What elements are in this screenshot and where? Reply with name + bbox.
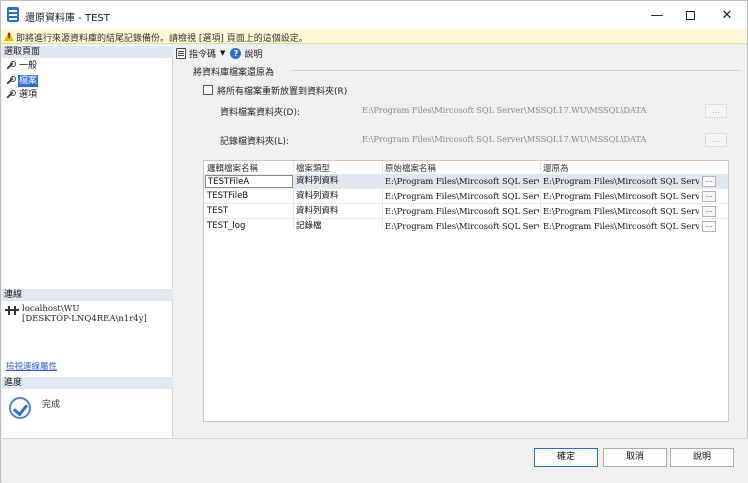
data-folder-field[interactable]: E:\Program Files\Mircosoft SQL Server\MS… bbox=[362, 105, 646, 115]
database-app-icon bbox=[7, 7, 19, 22]
checkmark-icon bbox=[9, 397, 31, 419]
connection-info: localhost\WU [DESKTOP-LNQ4REA\n1r4y] bbox=[22, 304, 147, 324]
data-folder-label: 資料檔案資料夾(D): bbox=[220, 108, 300, 118]
script-icon bbox=[176, 47, 186, 59]
restore-as-cell[interactable]: E:\Program Files\Mircosoft SQL Serv... bbox=[543, 205, 699, 218]
page-item-general[interactable]: 一般 bbox=[5, 60, 38, 72]
right-pane: 指令碼 ▼ ? 說明 將資料庫檔案還原為 將所有檔案重新放置到資料夾(R) 資料… bbox=[174, 45, 747, 438]
relocate-files-label[interactable]: 將所有檔案重新放置到資料夾(R) bbox=[217, 84, 347, 97]
view-connection-properties-link[interactable]: 檢視連線屬性 bbox=[6, 360, 57, 372]
script-button[interactable]: 指令碼 bbox=[189, 47, 216, 60]
data-folder-browse-button[interactable]: ... bbox=[705, 104, 727, 118]
column-header-type: 檔案類型 bbox=[296, 164, 331, 174]
original-file-cell: E:\Program Files\Mircosoft SQL Serv... bbox=[385, 191, 539, 201]
relocate-files-checkbox[interactable] bbox=[203, 85, 213, 95]
page-item-label: 選項 bbox=[19, 90, 38, 100]
file-type-cell: 資料列資料 bbox=[296, 176, 339, 186]
help-button[interactable]: 說明 bbox=[670, 448, 734, 467]
restore-as-browse-button[interactable]: ... bbox=[702, 221, 716, 232]
table-row[interactable]: TESTFileB 資料列資料 E:\Program Files\Mircoso… bbox=[204, 189, 728, 203]
ok-button[interactable]: 確定 bbox=[534, 448, 598, 467]
restore-as-cell[interactable]: E:\Program Files\Mircosoft SQL Serv... bbox=[543, 220, 699, 233]
progress-status: 完成 bbox=[42, 400, 61, 410]
close-button[interactable]: ✕ bbox=[707, 1, 747, 29]
page-item-files[interactable]: 檔案 bbox=[5, 75, 39, 87]
original-file-cell: E:\Program Files\Mircosoft SQL Serv... bbox=[385, 176, 539, 186]
page-item-label: 一般 bbox=[19, 61, 38, 71]
connection-user: [DESKTOP-LNQ4REA\n1r4y] bbox=[22, 314, 147, 324]
file-grid: 邏輯檔案名稱 檔案類型 原始檔案名稱 還原為 TESTFileA 資料列資料 E… bbox=[203, 160, 729, 422]
help-toolbar-button[interactable]: 說明 bbox=[244, 47, 262, 60]
maximize-icon bbox=[685, 10, 695, 20]
server-connection-icon bbox=[5, 306, 19, 316]
table-row[interactable]: TEST_log 記錄檔 E:\Program Files\Mircosoft … bbox=[204, 219, 728, 233]
progress-header: 進度 bbox=[2, 377, 173, 389]
restore-files-group-title: 將資料庫檔案還原為 bbox=[193, 68, 275, 78]
restore-as-browse-button[interactable]: ... bbox=[702, 206, 716, 217]
file-type-cell: 資料列資料 bbox=[296, 191, 339, 201]
restore-as-cell[interactable]: E:\Program Files\Mircosoft SQL Serv... bbox=[543, 175, 699, 188]
warning-text: 即將進行來源資料庫的結尾記錄備份。請檢視 [選項] 頁面上的這個設定。 bbox=[16, 34, 308, 44]
table-row[interactable]: TEST 資料列資料 E:\Program Files\Mircosoft SQ… bbox=[204, 204, 728, 218]
left-pane: 選取頁面 一般 檔案 選項 連線 localhost\WU [DESKTOP-L… bbox=[2, 45, 173, 438]
group-divider bbox=[291, 70, 741, 71]
connection-server: localhost\WU bbox=[22, 304, 80, 314]
wrench-icon bbox=[5, 76, 16, 86]
help-icon: ? bbox=[230, 47, 242, 59]
logical-name-cell[interactable]: TEST_log bbox=[207, 220, 293, 233]
logical-name-cell[interactable]: TESTFileB bbox=[207, 190, 293, 203]
file-type-cell: 資料列資料 bbox=[296, 206, 339, 216]
original-file-cell: E:\Program Files\Mircosoft SQL Serv... bbox=[385, 221, 539, 231]
connection-header: 連線 bbox=[2, 289, 173, 301]
restore-as-cell[interactable]: E:\Program Files\Mircosoft SQL Serv... bbox=[543, 190, 699, 203]
chevron-down-icon[interactable]: ▼ bbox=[220, 49, 225, 57]
dialog-footer: 確定 取消 說明 bbox=[2, 438, 748, 483]
maximize-button[interactable] bbox=[670, 1, 710, 29]
wrench-icon bbox=[5, 90, 16, 100]
column-header-restore-as: 還原為 bbox=[543, 164, 569, 174]
column-header-original: 原始檔案名稱 bbox=[385, 164, 437, 174]
restore-database-window: 還原資料庫 - TEST — ✕ 即將進行來源資料庫的結尾記錄備份。請檢視 [選… bbox=[0, 0, 748, 483]
page-item-options[interactable]: 選項 bbox=[5, 89, 38, 101]
logical-name-cell[interactable]: TESTFileA bbox=[205, 175, 293, 188]
log-folder-browse-button[interactable]: ... bbox=[705, 133, 727, 147]
table-row[interactable]: TESTFileA 資料列資料 E:\Program Files\Mircoso… bbox=[204, 174, 728, 188]
warning-icon bbox=[4, 31, 14, 41]
page-item-label: 檔案 bbox=[18, 75, 39, 87]
column-header-logical: 邏輯檔案名稱 bbox=[207, 164, 259, 174]
wrench-icon bbox=[5, 61, 16, 71]
restore-as-browse-button[interactable]: ... bbox=[702, 176, 716, 187]
file-type-cell: 記錄檔 bbox=[296, 221, 322, 231]
warning-bar: 即將進行來源資料庫的結尾記錄備份。請檢視 [選項] 頁面上的這個設定。 bbox=[1, 29, 747, 44]
title-bar: 還原資料庫 - TEST — ✕ bbox=[1, 1, 747, 29]
log-folder-field[interactable]: E:\Program Files\Mircosoft SQL Server\MS… bbox=[362, 134, 646, 144]
cancel-button[interactable]: 取消 bbox=[603, 448, 667, 467]
window-title: 還原資料庫 - TEST bbox=[25, 13, 110, 24]
original-file-cell: E:\Program Files\Mircosoft SQL Serv... bbox=[385, 206, 539, 216]
log-folder-label: 記錄檔資料夾(L): bbox=[220, 137, 290, 147]
select-page-header: 選取頁面 bbox=[2, 46, 173, 58]
restore-as-browse-button[interactable]: ... bbox=[702, 191, 716, 202]
toolbar: 指令碼 ▼ ? 說明 bbox=[174, 45, 747, 61]
logical-name-cell[interactable]: TEST bbox=[207, 205, 293, 218]
